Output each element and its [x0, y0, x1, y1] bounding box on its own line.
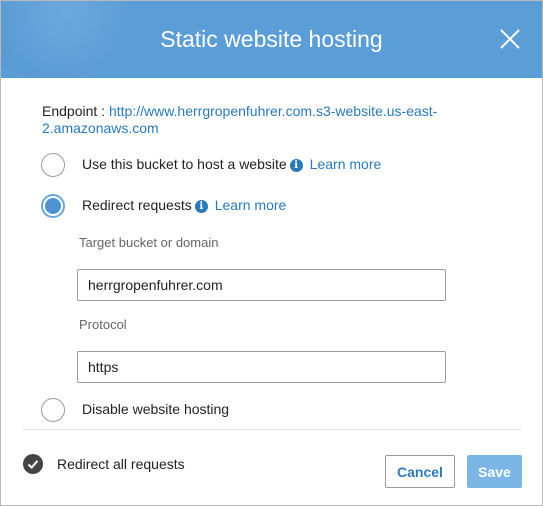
redirect-requests-radio[interactable] [41, 194, 65, 218]
host-learn-more-link[interactable]: Learn more [310, 156, 382, 172]
target-bucket-input[interactable] [77, 269, 446, 301]
footer-divider [23, 429, 521, 430]
save-button[interactable]: Save [467, 455, 522, 488]
redirect-requests-label: Redirect requests [82, 197, 192, 213]
redirect-learn-more-link[interactable]: Learn more [215, 197, 287, 213]
disable-hosting-radio[interactable] [41, 398, 65, 422]
dialog-header: Static website hosting [1, 1, 542, 78]
info-icon[interactable]: i [194, 200, 208, 213]
cancel-button[interactable]: Cancel [385, 455, 455, 488]
status-text: Redirect all requests [57, 456, 185, 472]
host-website-label: Use this bucket to host a website [82, 156, 287, 172]
endpoint: Endpoint : http://www.herrgropenfuhrer.c… [42, 103, 482, 137]
option-host-website[interactable]: Use this bucket to host a website i Learn … [41, 153, 421, 181]
static-website-hosting-dialog: Static website hosting Endpoint : http:/… [0, 0, 543, 506]
check-icon [23, 454, 43, 474]
protocol-input[interactable] [77, 351, 446, 383]
option-redirect-requests[interactable]: Redirect requests i Learn more [41, 194, 361, 222]
close-icon[interactable] [498, 27, 522, 51]
endpoint-label: Endpoint : [42, 103, 106, 119]
disable-hosting-label: Disable website hosting [82, 401, 230, 417]
dialog-title: Static website hosting [160, 26, 383, 52]
host-website-radio[interactable] [41, 153, 65, 177]
protocol-label: Protocol [79, 317, 127, 332]
option-disable-hosting[interactable]: Disable website hosting [41, 398, 281, 426]
info-icon[interactable]: i [289, 159, 303, 172]
target-bucket-label: Target bucket or domain [79, 235, 219, 250]
